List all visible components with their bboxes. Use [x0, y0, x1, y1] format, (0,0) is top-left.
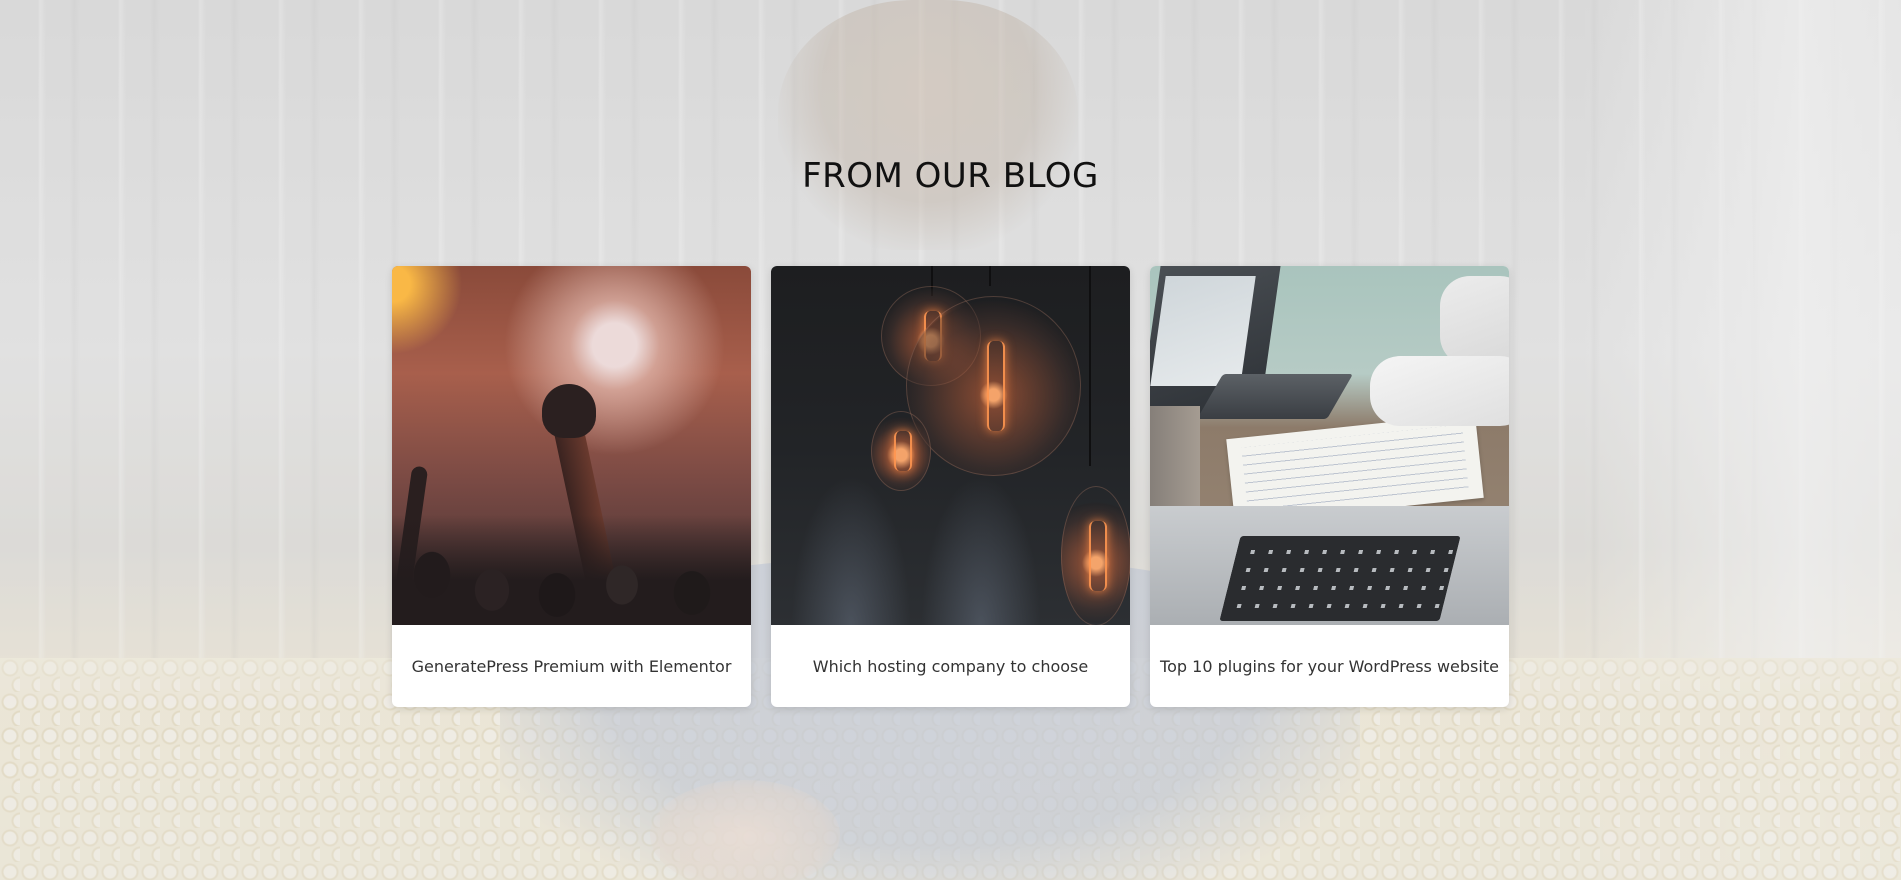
blog-post-card[interactable]: GeneratePress Premium with Elementor — [392, 266, 751, 707]
post-title-link[interactable]: GeneratePress Premium with Elementor — [392, 625, 751, 707]
thumbnail-detail — [921, 475, 1041, 625]
thumbnail-detail — [906, 296, 1081, 476]
blog-post-card[interactable]: Which hosting company to choose — [771, 266, 1130, 707]
thumbnail-detail — [1440, 276, 1509, 366]
thumbnail-detail — [791, 475, 911, 625]
post-thumbnail[interactable] — [1150, 266, 1509, 625]
section-title: FROM OUR BLOG — [802, 156, 1099, 196]
thumbnail-detail — [542, 384, 596, 438]
thumbnail-detail — [1150, 406, 1200, 516]
post-title-link[interactable]: Which hosting company to choose — [771, 625, 1130, 707]
thumbnail-detail — [1197, 374, 1353, 419]
thumbnail-detail — [1089, 266, 1091, 466]
thumbnail-detail — [871, 411, 931, 491]
post-thumbnail[interactable] — [771, 266, 1130, 625]
post-title-link[interactable]: Top 10 plugins for your WordPress websit… — [1150, 625, 1509, 707]
post-thumbnail[interactable] — [392, 266, 751, 625]
thumbnail-detail — [1219, 536, 1461, 621]
thumbnail-detail — [392, 515, 751, 625]
blog-post-card[interactable]: Top 10 plugins for your WordPress websit… — [1150, 266, 1509, 707]
thumbnail-detail — [1150, 276, 1256, 386]
blog-post-grid: GeneratePress Premium with Elementor Whi… — [392, 266, 1509, 707]
thumbnail-detail — [989, 266, 991, 286]
thumbnail-detail — [1370, 356, 1509, 426]
thumbnail-detail — [1061, 486, 1130, 625]
